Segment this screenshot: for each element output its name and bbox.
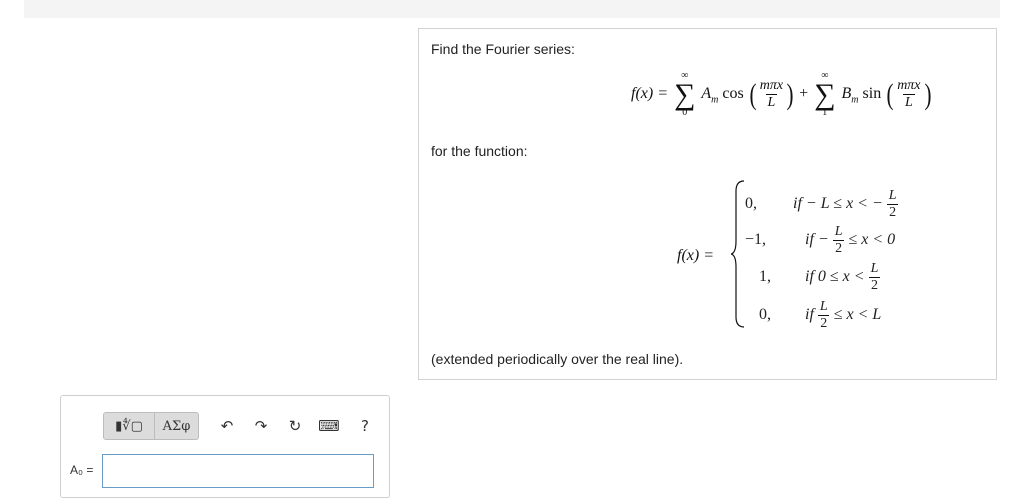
sum-2-lower: 1 — [822, 107, 828, 118]
piece-frac-den: 2 — [818, 315, 830, 331]
piece-frac-num: L — [834, 224, 843, 239]
piece-frac-num: L — [870, 261, 879, 276]
keyboard-icon[interactable]: ⌨ — [318, 414, 340, 438]
cos-label: cos — [722, 85, 744, 103]
fraction-2-den: L — [902, 94, 915, 110]
piece-frac-num: L — [819, 299, 828, 314]
piece-row-2: −1, if − L2 ≤ x < 0 — [745, 225, 895, 256]
sin-label: sin — [862, 85, 882, 103]
piece-after: ≤ x < L — [833, 306, 882, 324]
answer-label: A₀ = — [70, 463, 94, 477]
extended-text: (extended periodically over the real lin… — [431, 351, 684, 367]
templates-button[interactable]: ▮∜▢ — [103, 412, 155, 440]
coef-a: A — [701, 85, 712, 103]
piece-frac-den: 2 — [868, 277, 880, 293]
sum-1: ∞ ∑ 0 — [674, 71, 695, 118]
piece-condition: if − L ≤ x < − — [793, 195, 883, 213]
piece-condition: if − — [805, 231, 829, 249]
fraction-2: mπx L — [895, 79, 922, 110]
sum-2: ∞ ∑ 1 — [814, 71, 835, 118]
piece-value: 1, — [759, 268, 771, 286]
piece-frac-den: 2 — [887, 204, 899, 220]
redo-icon[interactable]: ↷ — [251, 414, 271, 438]
coef-b-sub: m — [851, 94, 859, 106]
piece-row-4: 0, if L2 ≤ x < L — [759, 300, 881, 331]
open-paren: ( — [886, 77, 894, 111]
piece-condition: if — [805, 306, 818, 324]
sigma-icon: ∑ — [814, 78, 836, 111]
piece-row-1: 0, if − L ≤ x < − L2 — [745, 189, 899, 220]
math-toolbar: ▮∜▢ ΑΣφ ↶ ↷ ↻ ⌨ ? — [103, 412, 375, 440]
sum-1-lower: 0 — [682, 107, 688, 118]
piecewise-lhs-text: f(x) = — [677, 247, 714, 264]
undo-icon[interactable]: ↶ — [217, 414, 237, 438]
piece-value: −1, — [745, 231, 767, 249]
piece-frac-num: L — [888, 188, 897, 203]
coef-a-sub: m — [711, 94, 719, 106]
coef-b: B — [841, 85, 852, 103]
for-function-text: for the function: — [431, 143, 528, 159]
piece-row-3: 1, if 0 ≤ x < L2 — [759, 262, 880, 293]
fraction-1: mπx L — [758, 79, 785, 110]
piece-fraction: L2 — [818, 300, 830, 331]
piece-condition: if 0 ≤ x < — [805, 268, 865, 286]
problem-intro: Find the Fourier series: — [431, 41, 575, 57]
series-lhs: f(x) = — [631, 85, 668, 103]
series-formula: f(x) = ∞ ∑ 0 Am cos (mπx L) + ∞ ∑ 1 Bm si… — [631, 71, 933, 118]
fraction-2-num: mπx — [897, 78, 921, 93]
piece-fraction: L2 — [887, 189, 899, 220]
fraction-1-num: mπx — [759, 78, 784, 93]
symbols-button[interactable]: ΑΣφ — [155, 412, 199, 440]
piece-value: 0, — [759, 306, 771, 324]
plus-sign: + — [799, 85, 809, 103]
help-icon[interactable]: ? — [355, 414, 375, 438]
reset-icon[interactable]: ↻ — [285, 414, 305, 438]
answer-widget: ▮∜▢ ΑΣφ ↶ ↷ ↻ ⌨ ? A₀ = — [60, 395, 390, 498]
piece-value: 0, — [745, 195, 757, 213]
top-bar — [24, 0, 1000, 18]
close-paren: ) — [786, 77, 794, 111]
fraction-1-den: L — [765, 94, 778, 110]
sigma-icon: ∑ — [674, 78, 696, 111]
close-paren: ) — [924, 77, 932, 111]
piece-after: ≤ x < 0 — [848, 231, 896, 249]
piece-fraction: L2 — [833, 225, 845, 256]
open-paren: ( — [749, 77, 757, 111]
piecewise-lhs: f(x) = — [677, 247, 714, 265]
piece-fraction: L2 — [868, 261, 881, 293]
problem-box: Find the Fourier series: f(x) = ∞ ∑ 0 Am… — [418, 28, 997, 380]
piece-frac-den: 2 — [833, 240, 845, 256]
answer-input[interactable] — [102, 454, 374, 488]
